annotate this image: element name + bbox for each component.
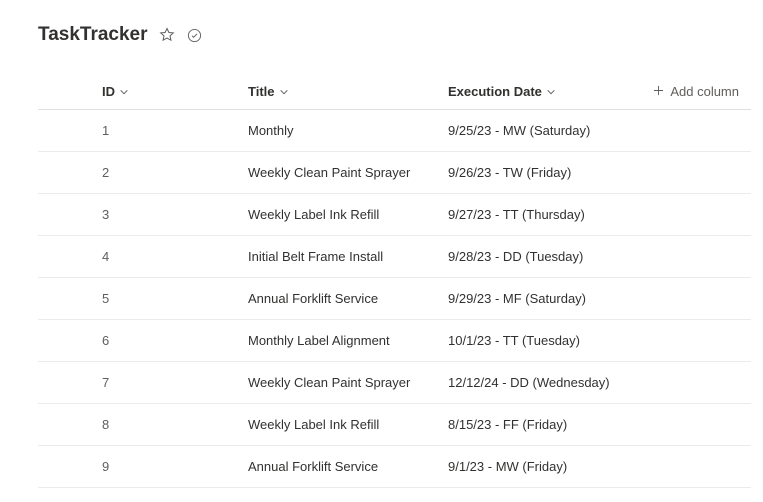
cell-title: Weekly Clean Paint Sprayer xyxy=(248,362,448,404)
favorite-star-icon[interactable] xyxy=(158,26,176,44)
table-row[interactable]: 6Monthly Label Alignment10/1/23 - TT (Tu… xyxy=(38,320,751,362)
cell-empty xyxy=(648,236,751,278)
column-header-title[interactable]: Title xyxy=(248,74,448,110)
column-header-title-label: Title xyxy=(248,84,275,99)
column-header-id[interactable]: ID xyxy=(38,74,248,110)
table-row[interactable]: 3Weekly Label Ink Refill9/27/23 - TT (Th… xyxy=(38,194,751,236)
cell-execution-date: 12/12/24 - DD (Wednesday) xyxy=(448,362,648,404)
cell-id: 7 xyxy=(38,362,248,404)
table-row[interactable]: 8Weekly Label Ink Refill8/15/23 - FF (Fr… xyxy=(38,404,751,446)
cell-empty xyxy=(648,194,751,236)
column-header-execution-date-label: Execution Date xyxy=(448,84,542,99)
cell-execution-date: 9/28/23 - DD (Tuesday) xyxy=(448,236,648,278)
cell-id: 3 xyxy=(38,194,248,236)
cell-title: Annual Forklift Service xyxy=(248,446,448,488)
cell-title: Monthly Label Alignment xyxy=(248,320,448,362)
cell-execution-date: 9/1/23 - MW (Friday) xyxy=(448,446,648,488)
table-row[interactable]: 2Weekly Clean Paint Sprayer9/26/23 - TW … xyxy=(38,152,751,194)
page-header: TaskTracker xyxy=(38,24,751,46)
cell-title: Initial Belt Frame Install xyxy=(248,236,448,278)
cell-id: 4 xyxy=(38,236,248,278)
table-header-row: ID Title Execution Date xyxy=(38,74,751,110)
cell-execution-date: 9/29/23 - MF (Saturday) xyxy=(448,278,648,320)
chevron-down-icon xyxy=(546,87,556,97)
cell-execution-date: 9/27/23 - TT (Thursday) xyxy=(448,194,648,236)
cell-execution-date: 9/26/23 - TW (Friday) xyxy=(448,152,648,194)
cell-id: 6 xyxy=(38,320,248,362)
column-header-execution-date[interactable]: Execution Date xyxy=(448,74,648,110)
chevron-down-icon xyxy=(119,87,129,97)
cell-empty xyxy=(648,362,751,404)
plus-icon xyxy=(653,84,664,99)
table-row[interactable]: 5Annual Forklift Service9/29/23 - MF (Sa… xyxy=(38,278,751,320)
chevron-down-icon xyxy=(279,87,289,97)
column-header-id-label: ID xyxy=(102,84,115,99)
cell-title: Weekly Clean Paint Sprayer xyxy=(248,152,448,194)
cell-id: 1 xyxy=(38,110,248,152)
add-column-label: Add column xyxy=(670,84,739,99)
table-row[interactable]: 7Weekly Clean Paint Sprayer12/12/24 - DD… xyxy=(38,362,751,404)
cell-id: 8 xyxy=(38,404,248,446)
table-row[interactable]: 4Initial Belt Frame Install9/28/23 - DD … xyxy=(38,236,751,278)
check-circle-icon[interactable] xyxy=(186,26,204,44)
cell-title: Weekly Label Ink Refill xyxy=(248,404,448,446)
page-title: TaskTracker xyxy=(38,24,148,46)
cell-empty xyxy=(648,152,751,194)
cell-execution-date: 9/25/23 - MW (Saturday) xyxy=(448,110,648,152)
cell-title: Weekly Label Ink Refill xyxy=(248,194,448,236)
cell-empty xyxy=(648,446,751,488)
cell-empty xyxy=(648,278,751,320)
table-row[interactable]: 1Monthly9/25/23 - MW (Saturday) xyxy=(38,110,751,152)
cell-id: 5 xyxy=(38,278,248,320)
column-header-add[interactable]: Add column xyxy=(648,74,751,110)
task-table: ID Title Execution Date xyxy=(38,74,751,488)
table-row[interactable]: 9Annual Forklift Service9/1/23 - MW (Fri… xyxy=(38,446,751,488)
cell-execution-date: 8/15/23 - FF (Friday) xyxy=(448,404,648,446)
cell-empty xyxy=(648,404,751,446)
cell-id: 2 xyxy=(38,152,248,194)
cell-execution-date: 10/1/23 - TT (Tuesday) xyxy=(448,320,648,362)
cell-title: Annual Forklift Service xyxy=(248,278,448,320)
cell-title: Monthly xyxy=(248,110,448,152)
cell-empty xyxy=(648,320,751,362)
cell-empty xyxy=(648,110,751,152)
cell-id: 9 xyxy=(38,446,248,488)
